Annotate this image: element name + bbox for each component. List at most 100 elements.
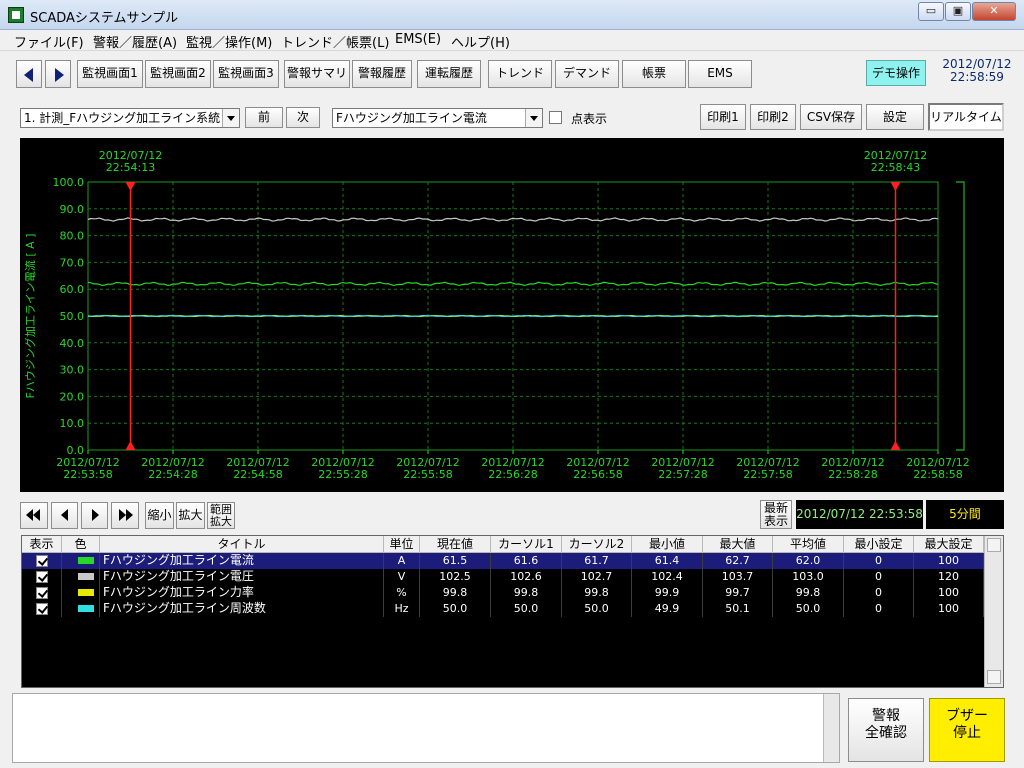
settings-button[interactable]: 設定 <box>866 104 924 130</box>
chevron-down-icon[interactable] <box>222 109 239 127</box>
row-unit: % <box>384 585 420 601</box>
cursor-top-marker[interactable] <box>890 182 901 191</box>
menu-alarm-history[interactable]: 警報／履歴(A) <box>93 32 177 51</box>
series-color-swatch[interactable] <box>78 573 94 580</box>
col-avg[interactable]: 平均値 <box>773 536 844 553</box>
series-color-swatch[interactable] <box>78 605 94 612</box>
realtime-toggle[interactable]: リアルタイム <box>928 103 1004 131</box>
menu-monitor-operation[interactable]: 監視／操作(M) <box>186 32 272 51</box>
x-tick-time: 22:58:58 <box>913 468 962 481</box>
back-button[interactable] <box>16 60 42 88</box>
menu-trend-report[interactable]: トレンド／帳票(L) <box>281 32 389 51</box>
zoom-out-button[interactable]: 縮小 <box>145 502 174 529</box>
scroll-down-icon[interactable] <box>987 670 1001 684</box>
col-title[interactable]: タイトル <box>100 536 384 553</box>
alarm-summary-button[interactable]: 警報サマリ <box>284 60 350 88</box>
row-min: 99.9 <box>632 585 703 601</box>
print-1-button[interactable]: 印刷1 <box>700 104 746 130</box>
prev-button[interactable]: 前 <box>245 107 283 128</box>
monitor-screen-2-button[interactable]: 監視画面2 <box>145 60 211 88</box>
y-tick-label: 80.0 <box>60 230 85 243</box>
y-tick-label: 40.0 <box>60 337 85 350</box>
row-current: 99.8 <box>420 585 491 601</box>
col-max[interactable]: 最大値 <box>703 536 773 553</box>
x-tick-time: 22:54:28 <box>148 468 197 481</box>
cursor-top-marker[interactable] <box>125 182 136 191</box>
first-page-button[interactable] <box>20 502 48 529</box>
table-row[interactable]: Fハウジング加工ライン電流 A 61.5 61.6 61.7 61.4 62.7… <box>22 553 984 569</box>
next-button[interactable]: 次 <box>286 107 320 128</box>
arrow-left-icon <box>61 509 68 521</box>
row-avg: 62.0 <box>773 553 844 569</box>
close-button[interactable]: ✕ <box>972 2 1016 21</box>
message-panel[interactable] <box>12 693 840 763</box>
alarm-history-button[interactable]: 警報履歴 <box>352 60 412 88</box>
cursor-bottom-marker[interactable] <box>890 441 901 450</box>
col-unit[interactable]: 単位 <box>384 536 420 553</box>
row-min: 102.4 <box>632 569 703 585</box>
y-tick-label: 50.0 <box>60 310 85 323</box>
zoom-in-button[interactable]: 拡大 <box>176 502 205 529</box>
operation-history-button[interactable]: 運転履歴 <box>417 60 481 88</box>
col-display[interactable]: 表示 <box>22 536 62 553</box>
message-scrollbar[interactable] <box>823 694 839 762</box>
table-scrollbar[interactable] <box>984 536 1003 687</box>
col-cursor1[interactable]: カーソル1 <box>491 536 562 553</box>
col-min[interactable]: 最小値 <box>632 536 703 553</box>
prev-page-button[interactable] <box>51 502 78 529</box>
last-page-button[interactable] <box>111 502 139 529</box>
buzzer-stop-button[interactable]: ブザー 停止 <box>929 698 1005 762</box>
maximize-button[interactable]: ▣ <box>945 2 971 21</box>
menu-ems[interactable]: EMS(E) <box>395 32 441 47</box>
col-current[interactable]: 現在値 <box>420 536 491 553</box>
cursor-bottom-marker[interactable] <box>125 441 136 450</box>
row-max: 99.7 <box>703 585 773 601</box>
csv-save-button[interactable]: CSV保存 <box>800 104 862 130</box>
demo-operation-button[interactable]: デモ操作 <box>866 60 926 86</box>
double-arrow-right-icon <box>119 509 126 521</box>
forward-button[interactable] <box>45 60 71 88</box>
print-2-button[interactable]: 印刷2 <box>750 104 796 130</box>
minimize-button[interactable]: ▭ <box>918 2 944 21</box>
series-color-swatch[interactable] <box>78 557 94 564</box>
range-zoom-button[interactable]: 範囲 拡大 <box>207 502 235 529</box>
demand-button[interactable]: デマンド <box>555 60 619 88</box>
col-color[interactable]: 色 <box>62 536 100 553</box>
col-cursor2[interactable]: カーソル2 <box>562 536 632 553</box>
acknowledge-all-alarms-button[interactable]: 警報 全確認 <box>848 698 924 762</box>
ems-button[interactable]: EMS <box>688 60 752 88</box>
trend-button[interactable]: トレンド <box>488 60 552 88</box>
table-row[interactable]: Fハウジング加工ライン力率 % 99.8 99.8 99.8 99.9 99.7… <box>22 585 984 601</box>
row-avg: 103.0 <box>773 569 844 585</box>
group-select[interactable]: 1. 計測_Fハウジング加工ライン系統 <box>20 108 240 128</box>
next-page-button[interactable] <box>81 502 108 529</box>
col-max-setting[interactable]: 最大設定 <box>914 536 984 553</box>
col-min-setting[interactable]: 最小設定 <box>844 536 914 553</box>
row-visible-checkbox[interactable] <box>36 571 48 583</box>
row-title: Fハウジング加工ライン周波数 <box>100 601 384 617</box>
menu-help[interactable]: ヘルプ(H) <box>451 32 510 51</box>
row-visible-checkbox[interactable] <box>36 603 48 615</box>
latest-display-button[interactable]: 最新 表示 <box>760 500 792 529</box>
trend-span[interactable]: 5分間 <box>926 500 1004 529</box>
trend-data-table: 表示 色 タイトル 単位 現在値 カーソル1 カーソル2 最小値 最大値 平均値… <box>21 535 1004 688</box>
monitor-screen-1-button[interactable]: 監視画面1 <box>77 60 143 88</box>
row-visible-checkbox[interactable] <box>36 587 48 599</box>
row-avg: 99.8 <box>773 585 844 601</box>
row-max-setting: 100 <box>914 553 984 569</box>
monitor-screen-3-button[interactable]: 監視画面3 <box>213 60 279 88</box>
dot-display-label: 点表示 <box>571 112 608 126</box>
menu-file[interactable]: ファイル(F) <box>14 32 84 51</box>
report-button[interactable]: 帳票 <box>622 60 686 88</box>
scroll-up-icon[interactable] <box>987 538 1001 552</box>
arrow-left-icon <box>24 68 33 82</box>
trend-chart[interactable]: 100.0 90.0 80.0 70.0 60.0 50.0 40.0 30.0 20.0 10.… <box>20 138 1004 492</box>
table-row[interactable]: Fハウジング加工ライン電圧 V 102.5 102.6 102.7 102.4 … <box>22 569 984 585</box>
row-visible-checkbox[interactable] <box>36 555 48 567</box>
series-color-swatch[interactable] <box>78 589 94 596</box>
point-select[interactable]: Fハウジング加工ライン電流 <box>332 108 543 128</box>
chevron-down-icon[interactable] <box>525 109 542 127</box>
dot-display-checkbox[interactable] <box>549 111 562 124</box>
table-row[interactable]: Fハウジング加工ライン周波数 Hz 50.0 50.0 50.0 49.9 50… <box>22 601 984 617</box>
row-max-setting: 100 <box>914 601 984 617</box>
